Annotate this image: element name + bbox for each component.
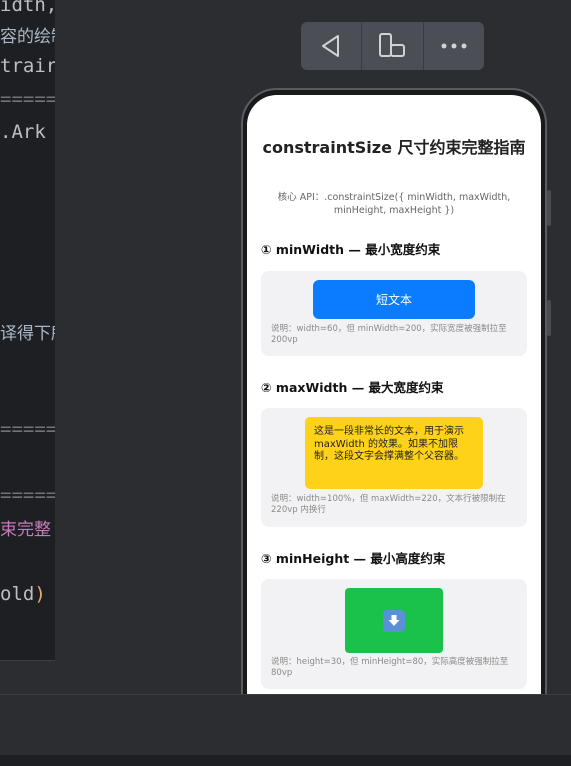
more-dots-icon xyxy=(441,43,467,49)
back-triangle-icon xyxy=(322,35,340,57)
previewer-panel: constraintSize 尺寸约束完整指南 核心 API：.constrai… xyxy=(55,0,571,694)
device-frame: constraintSize 尺寸约束完整指南 核心 API：.constrai… xyxy=(241,88,551,694)
download-arrow-icon xyxy=(383,609,405,632)
code-line: ===== xyxy=(0,88,55,110)
long-text-box: 这是一段非常长的文本，用于演示 maxWidth 的效果。如果不加限制，这段文字… xyxy=(305,417,483,489)
section-heading-minheight: ③ minHeight — 最小高度约束 xyxy=(261,551,446,566)
page-title: constraintSize 尺寸约束完整指南 xyxy=(262,138,526,157)
download-arrow-glyph xyxy=(388,614,400,626)
section-heading-minwidth: ① minWidth — 最小宽度约束 xyxy=(261,242,441,257)
device-screen[interactable]: constraintSize 尺寸约束完整指南 核心 API：.constrai… xyxy=(247,95,541,694)
demo-card-minheight: 说明：height=30，但 minHeight=80，实际高度被强制拉至 80… xyxy=(261,579,527,689)
previewer-toolbar xyxy=(301,22,484,70)
demo-card-minwidth: 短文本 说明：width=60，但 minWidth=200，实际宽度被强制拉至… xyxy=(261,271,527,356)
code-text: old xyxy=(0,583,35,605)
bottom-panel xyxy=(0,694,571,755)
more-button[interactable] xyxy=(424,22,484,70)
demo-card-maxwidth: 这是一段非常长的文本，用于演示 maxWidth 的效果。如果不加限制，这段文字… xyxy=(261,408,527,527)
back-button[interactable] xyxy=(301,22,363,70)
page-subtitle: 核心 API：.constraintSize({ minWidth, maxWi… xyxy=(277,192,511,216)
code-line: 容的绘制 xyxy=(0,27,55,47)
note-minheight: 说明：height=30，但 minHeight=80，实际高度被强制拉至 80… xyxy=(271,657,509,678)
note-minwidth: 说明：width=60，但 minWidth=200，实际宽度被强制拉至 200… xyxy=(271,324,507,345)
note-maxwidth: 说明：width=100%，但 maxWidth=220，文本行被限制在 220… xyxy=(271,494,506,515)
status-bar xyxy=(0,755,571,766)
code-line: 束完整 xyxy=(0,515,51,540)
long-text: 这是一段非常长的文本，用于演示 maxWidth 的效果。如果不加限制，这段文字… xyxy=(314,426,464,462)
editor-divider xyxy=(0,660,55,661)
code-line: ===== xyxy=(0,418,55,440)
code-editor-panel[interactable]: idth, 容的绘制 trair ===== .Ark 译得下所 ===== =… xyxy=(0,0,55,660)
code-line: trair xyxy=(0,55,55,77)
code-line: idth, xyxy=(0,0,55,16)
short-text-label: 短文本 xyxy=(375,293,412,307)
phone-side-button xyxy=(547,190,551,226)
code-line: old) xyxy=(0,583,46,605)
code-line: ===== xyxy=(0,484,55,506)
device-rotate-button[interactable] xyxy=(362,22,424,70)
device-rotate-icon xyxy=(379,33,406,57)
min-height-box xyxy=(345,588,443,653)
code-line: .Ark xyxy=(0,121,46,143)
phone-side-button xyxy=(547,300,551,336)
section-heading-maxwidth: ② maxWidth — 最大宽度约束 xyxy=(261,380,444,395)
short-text-button[interactable]: 短文本 xyxy=(313,280,475,319)
code-line: 译得下所 xyxy=(0,324,55,344)
closing-paren: ) xyxy=(34,583,46,605)
code-text: 束完整 xyxy=(0,520,51,540)
